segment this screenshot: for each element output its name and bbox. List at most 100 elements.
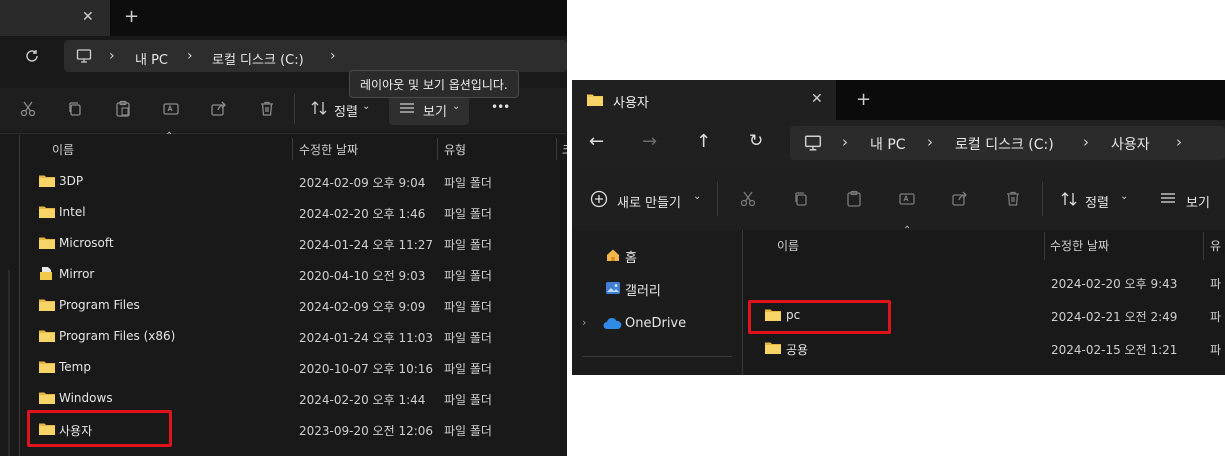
breadcrumb-local-disk[interactable]: 로컬 디스크 (C:) xyxy=(955,134,1054,154)
file-name: 공용 xyxy=(786,343,809,357)
toolbar-divider xyxy=(294,94,295,124)
tab-close-button[interactable]: ✕ xyxy=(82,9,94,25)
tab-close-button[interactable]: ✕ xyxy=(811,91,823,107)
share-icon[interactable] xyxy=(951,190,969,208)
refresh-button[interactable]: ↻ xyxy=(749,131,763,151)
back-button[interactable]: ← xyxy=(589,131,604,152)
column-header-type[interactable]: 유형 xyxy=(444,141,466,158)
sidebar-item-onedrive[interactable]: OneDrive xyxy=(625,316,686,331)
copy-icon[interactable] xyxy=(792,190,810,208)
column-header-modified[interactable]: 수정한 날짜 xyxy=(1050,237,1109,254)
new-tab-button[interactable]: + xyxy=(856,89,871,110)
file-type: 파일 폴더 xyxy=(444,393,492,407)
sort-button[interactable]: 정렬 xyxy=(1085,192,1109,211)
share-icon[interactable] xyxy=(210,100,228,118)
new-tab-button[interactable]: + xyxy=(124,6,139,27)
file-modified: 2024-02-20 오후 1:46 xyxy=(299,207,426,221)
file-name: 3DP xyxy=(59,174,84,188)
breadcrumb-users[interactable]: 사용자 xyxy=(1111,134,1150,154)
chevron-down-icon: ⌄ xyxy=(452,101,461,112)
up-button[interactable]: ↑ xyxy=(696,131,711,152)
delete-icon[interactable] xyxy=(1004,190,1022,208)
toolbar-divider xyxy=(717,182,718,216)
delete-icon[interactable] xyxy=(258,100,276,118)
more-options-button[interactable]: ••• xyxy=(491,100,510,114)
file-name: Windows xyxy=(59,391,113,405)
file-type: 파 xyxy=(1210,343,1222,357)
view-icon[interactable] xyxy=(1159,190,1177,208)
file-modified: 2023-09-20 오전 12:06 xyxy=(299,424,434,438)
file-modified: 2024-02-09 오후 9:04 xyxy=(299,176,426,190)
scrollbar[interactable] xyxy=(8,270,10,456)
pc-icon xyxy=(804,134,822,152)
column-divider[interactable] xyxy=(292,138,293,160)
view-button-label: 보기 xyxy=(423,105,447,120)
rename-icon[interactable] xyxy=(898,190,916,208)
divider xyxy=(0,133,567,134)
view-options-tooltip: 레이아웃 및 보기 옵션입니다. xyxy=(349,70,519,98)
rename-icon[interactable] xyxy=(162,100,180,118)
cut-icon[interactable] xyxy=(739,190,757,208)
column-divider[interactable] xyxy=(437,138,438,160)
breadcrumb-my-pc[interactable]: 내 PC xyxy=(870,134,906,154)
file-modified: 2024-02-09 오후 9:09 xyxy=(299,300,426,314)
file-name: Program Files (x86) xyxy=(59,329,176,343)
column-divider[interactable] xyxy=(1203,232,1204,260)
refresh-icon[interactable] xyxy=(24,48,40,64)
chevron-down-icon: ⌄ xyxy=(693,191,702,202)
column-divider[interactable] xyxy=(556,138,557,160)
file-name: Program Files xyxy=(59,298,140,312)
file-type: 파일 폴더 xyxy=(444,331,492,345)
column-header-name[interactable]: 이름 xyxy=(777,237,799,254)
folder-icon xyxy=(38,235,56,250)
column-header-size[interactable]: 크 xyxy=(562,141,567,158)
expand-chevron-icon[interactable]: › xyxy=(582,316,586,329)
file-name: Mirror xyxy=(59,267,95,281)
left-explorer-window: ✕ + › 내 PC › 로컬 디스크 (C:) › 정렬 ⌄ 보기 ⌄ •••… xyxy=(0,0,567,456)
file-modified: 2020-10-07 오후 10:16 xyxy=(299,362,434,376)
file-name: Microsoft xyxy=(59,236,114,250)
breadcrumb-separator: › xyxy=(1083,133,1089,151)
tab-active[interactable] xyxy=(572,80,836,120)
copy-icon[interactable] xyxy=(66,100,84,118)
chevron-down-icon: ⌄ xyxy=(362,101,371,112)
file-modified: 2024-02-20 오후 1:44 xyxy=(299,393,426,407)
home-icon xyxy=(605,247,621,263)
view-button[interactable]: 보기 xyxy=(1186,192,1210,211)
divider xyxy=(582,356,732,357)
file-type: 파일 폴더 xyxy=(444,269,492,283)
file-type: 파 xyxy=(1210,277,1222,291)
sort-button[interactable]: 정렬 xyxy=(334,101,358,120)
paste-icon[interactable] xyxy=(845,190,863,208)
folder-icon xyxy=(38,266,54,281)
sidebar-item-home[interactable]: 홈 xyxy=(625,247,637,266)
right-explorer-window: 사용자 ✕ + ← → ↑ ↻ › 내 PC › 로컬 디스크 (C:) › 사… xyxy=(572,80,1225,375)
sidebar-item-gallery[interactable]: 갤러리 xyxy=(625,280,661,299)
file-modified: 2024-02-20 오후 9:43 xyxy=(1051,277,1178,291)
new-button[interactable]: 새로 만들기 xyxy=(617,192,681,211)
sort-indicator-icon: ⌃ xyxy=(903,225,912,236)
file-type: 파일 폴더 xyxy=(444,362,492,376)
sort-indicator-icon: ⌃ xyxy=(165,131,174,142)
paste-icon[interactable] xyxy=(114,100,132,118)
breadcrumb-local-disk[interactable]: 로컬 디스크 (C:) xyxy=(212,49,304,68)
column-header-modified[interactable]: 수정한 날짜 xyxy=(299,141,358,158)
breadcrumb-my-pc[interactable]: 내 PC xyxy=(135,49,168,68)
column-header-type[interactable]: 유 xyxy=(1210,237,1221,254)
sidebar-border xyxy=(19,135,20,456)
tab-title: 사용자 xyxy=(613,96,649,111)
sort-icon[interactable] xyxy=(310,99,328,117)
pc-icon xyxy=(76,48,92,64)
column-header-name[interactable]: 이름 xyxy=(52,141,74,158)
sort-icon[interactable] xyxy=(1060,190,1078,208)
file-modified: 2020-04-10 오전 9:03 xyxy=(299,269,426,283)
folder-icon xyxy=(38,173,56,188)
column-divider[interactable] xyxy=(1044,232,1045,260)
cloud-icon xyxy=(603,317,622,330)
file-type: 파 xyxy=(1210,310,1222,324)
cut-icon[interactable] xyxy=(19,100,37,118)
forward-button[interactable]: → xyxy=(642,131,657,152)
highlight-box xyxy=(748,300,891,334)
breadcrumb-separator: › xyxy=(1176,133,1182,151)
file-modified: 2024-01-24 오후 11:27 xyxy=(299,238,434,252)
